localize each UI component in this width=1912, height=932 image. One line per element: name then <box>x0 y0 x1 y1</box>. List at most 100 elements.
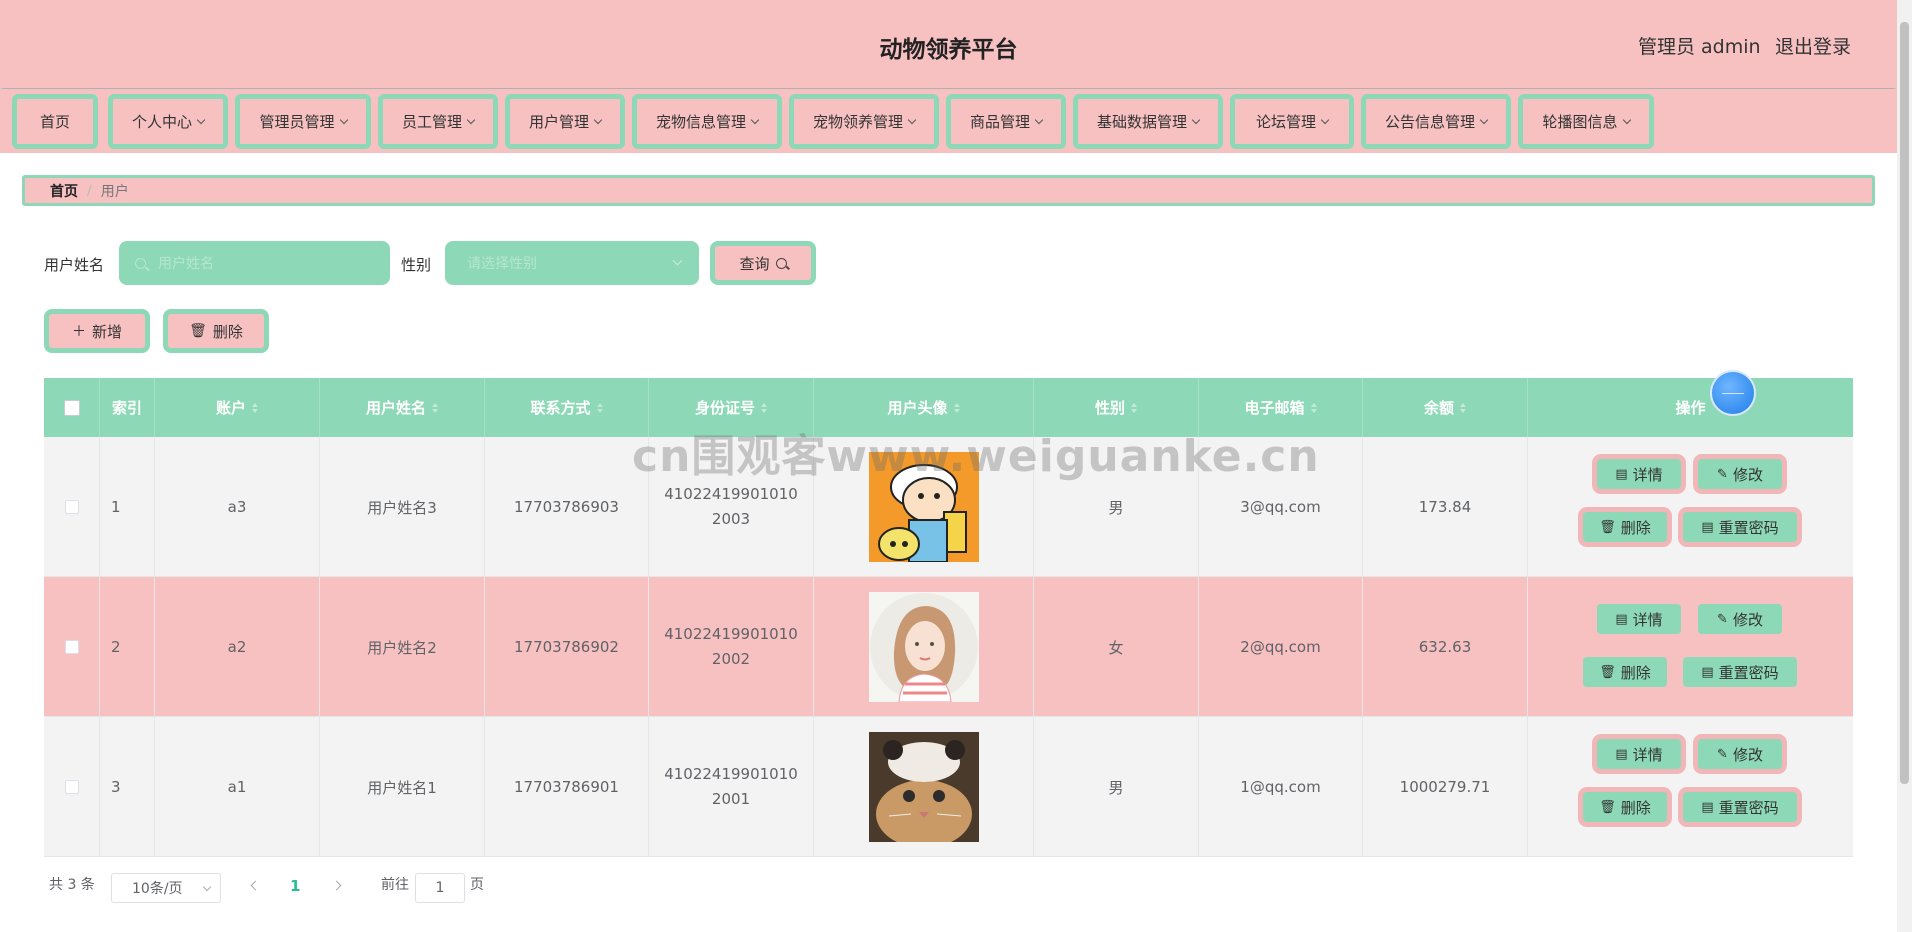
detail-button[interactable]: ▤ 详情 <box>1597 604 1681 634</box>
header-select-all[interactable] <box>44 378 100 437</box>
name-search-input[interactable]: 用户姓名 <box>119 241 390 285</box>
user-avatar-image[interactable] <box>868 732 979 842</box>
chevron-down-icon <box>593 115 603 124</box>
trash-icon: 🗑 <box>1599 519 1616 535</box>
sort-icon[interactable] <box>1460 402 1466 413</box>
page-size-select[interactable]: 10条/页 <box>111 873 221 903</box>
chevron-down-icon <box>466 115 476 124</box>
edit-button[interactable]: ✎ 修改 <box>1698 739 1782 769</box>
col-id-card[interactable]: 身份证号 <box>649 378 814 437</box>
nav-notice-manage[interactable]: 公告信息管理 <box>1361 94 1511 149</box>
nav-pet-adoption-manage[interactable]: 宠物领养管理 <box>789 94 939 149</box>
row-checkbox[interactable] <box>64 640 79 654</box>
next-page-icon[interactable] <box>331 880 342 891</box>
top-header: 动物领养平台 管理员 admin 退出登录 <box>0 0 1897 88</box>
edit-button-label: 修改 <box>1732 745 1763 764</box>
cell-phone: 17703786901 <box>485 717 649 857</box>
col-phone[interactable]: 联系方式 <box>485 378 649 437</box>
document-icon: ▤ <box>1615 746 1628 762</box>
cell-user-name: 用户姓名3 <box>320 437 485 577</box>
cell-account: a2 <box>155 577 320 717</box>
reset-password-button[interactable]: ▤ 重置密码 <box>1683 512 1797 542</box>
page-number-current[interactable]: 1 <box>290 877 300 895</box>
cell-avatar <box>814 437 1034 577</box>
delete-button-label: 删除 <box>212 322 243 341</box>
sort-icon[interactable] <box>252 402 258 413</box>
col-id-card-label: 身份证号 <box>694 399 755 417</box>
nav-personal-center[interactable]: 个人中心 <box>108 94 228 149</box>
nav-label: 商品管理 <box>969 113 1030 131</box>
col-operations-label: 操作 <box>1675 399 1706 417</box>
chevron-down-icon <box>907 115 917 124</box>
id-card-text: 410224199010102003 <box>664 485 798 528</box>
cell-gender: 女 <box>1034 577 1199 717</box>
reset-password-button[interactable]: ▤ 重置密码 <box>1683 792 1797 822</box>
nav-goods-manage[interactable]: 商品管理 <box>946 94 1066 149</box>
nav-pet-info-manage[interactable]: 宠物信息管理 <box>632 94 782 149</box>
col-balance[interactable]: 余额 <box>1363 378 1528 437</box>
cell-phone: 17703786902 <box>485 577 649 717</box>
col-email[interactable]: 电子邮箱 <box>1199 378 1363 437</box>
nav-label: 用户管理 <box>528 113 589 131</box>
sort-icon[interactable] <box>761 402 767 413</box>
gender-select-placeholder: 请选择性别 <box>467 256 537 272</box>
table-row: 3 a1 用户姓名1 17703786901 41022419901010200… <box>44 717 1853 857</box>
edit-button[interactable]: ✎ 修改 <box>1698 604 1782 634</box>
cell-operations: ▤ 详情 ✎ 修改 🗑 删除 ▤ 重置密码 <box>1528 577 1853 717</box>
chevron-down-icon <box>339 115 348 124</box>
sort-icon[interactable] <box>953 402 960 413</box>
page-scrollbar[interactable] <box>1897 0 1912 932</box>
nav-label: 首页 <box>39 113 70 131</box>
col-gender-label: 性别 <box>1094 399 1125 417</box>
sort-icon[interactable] <box>1310 402 1317 413</box>
cell-index: 2 <box>100 577 155 717</box>
goto-page-input[interactable]: 1 <box>415 873 465 903</box>
user-avatar-image[interactable] <box>868 452 979 562</box>
col-gender[interactable]: 性别 <box>1034 378 1199 437</box>
col-user-name[interactable]: 用户姓名 <box>320 378 485 437</box>
nav-carousel-info[interactable]: 轮播图信息 <box>1518 94 1654 149</box>
sort-icon[interactable] <box>1131 402 1137 413</box>
sort-icon[interactable] <box>596 402 603 413</box>
nav-user-manage[interactable]: 用户管理 <box>505 94 625 149</box>
detail-button[interactable]: ▤ 详情 <box>1597 459 1681 489</box>
gender-select[interactable]: 请选择性别 <box>445 241 699 285</box>
edit-button-label: 修改 <box>1732 610 1763 629</box>
nav-admin-manage[interactable]: 管理员管理 <box>235 94 371 149</box>
breadcrumb-home[interactable]: 首页 <box>50 181 78 201</box>
delete-button[interactable]: 🗑 删除 <box>1583 512 1667 542</box>
nav-staff-manage[interactable]: 员工管理 <box>378 94 498 149</box>
nav-label: 论坛管理 <box>1255 113 1316 131</box>
col-avatar[interactable]: 用户头像 <box>814 378 1034 437</box>
detail-button[interactable]: ▤ 详情 <box>1597 739 1681 769</box>
reset-password-button[interactable]: ▤ 重置密码 <box>1683 657 1797 687</box>
batch-delete-button[interactable]: 🗑 删除 <box>163 309 269 353</box>
nav-label: 基础数据管理 <box>1096 113 1187 131</box>
delete-button[interactable]: 🗑 删除 <box>1583 657 1667 687</box>
query-button[interactable]: 查询 <box>710 241 816 285</box>
logout-link[interactable]: 退出登录 <box>1775 32 1851 59</box>
add-button[interactable]: ＋ 新增 <box>44 309 150 353</box>
row-checkbox[interactable] <box>64 500 79 514</box>
row-checkbox[interactable] <box>64 780 79 794</box>
cell-gender: 男 <box>1034 717 1199 857</box>
nav-home[interactable]: 首页 <box>12 94 98 149</box>
scrollbar-thumb[interactable] <box>1900 22 1909 784</box>
nav-basic-data-manage[interactable]: 基础数据管理 <box>1073 94 1223 149</box>
detail-button-label: 详情 <box>1632 610 1663 629</box>
nav-forum-manage[interactable]: 论坛管理 <box>1230 94 1354 149</box>
select-all-checkbox[interactable] <box>63 399 80 416</box>
reset-password-label: 重置密码 <box>1718 798 1779 817</box>
chevron-down-icon <box>1034 115 1044 124</box>
prev-page-icon[interactable] <box>250 880 261 891</box>
floating-globe-icon[interactable] <box>1710 370 1756 416</box>
document-icon: ▤ <box>1701 519 1714 535</box>
col-account[interactable]: 账户 <box>155 378 320 437</box>
sort-icon[interactable] <box>432 402 438 413</box>
edit-button[interactable]: ✎ 修改 <box>1698 459 1782 489</box>
user-avatar-image[interactable] <box>868 592 979 702</box>
goto-suffix: 页 <box>470 877 484 893</box>
trash-icon: 🗑 <box>189 323 207 339</box>
delete-button[interactable]: 🗑 删除 <box>1583 792 1667 822</box>
col-email-label: 电子邮箱 <box>1244 399 1305 417</box>
